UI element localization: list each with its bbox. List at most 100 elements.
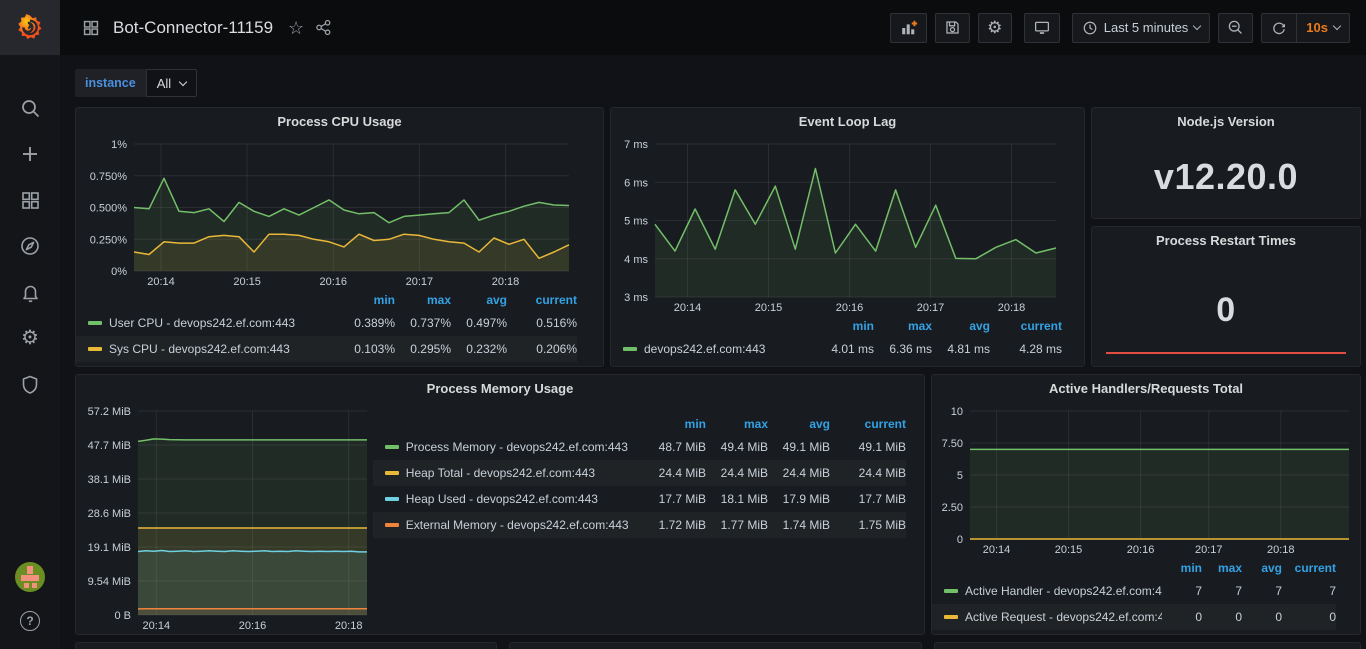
variable-value-dropdown[interactable]: All <box>146 69 197 97</box>
legend-header-max[interactable]: max <box>706 417 768 431</box>
legend-min-value: 0.389% <box>339 316 395 330</box>
share-icon[interactable] <box>315 19 332 36</box>
dashboard-toolbar: ⚙ Last 5 minutes 10s <box>890 13 1350 43</box>
panel-nodejs-version: Node.js Version v12.20.0 <box>1091 107 1361 219</box>
dashboards-icon[interactable] <box>8 182 52 218</box>
cpu-usage-chart[interactable]: 0%0.250%0.500%0.750%1%20:1420:1520:1620:… <box>76 135 603 290</box>
legend-series-name[interactable]: Active Handler - devops242.ef.com:443 <box>944 584 1162 598</box>
panel-title[interactable]: Process CPU Usage <box>76 108 603 135</box>
avatar-image <box>15 562 45 592</box>
legend-min-value: 24.4 MiB <box>644 466 706 480</box>
legend-header-current[interactable]: current <box>830 417 906 431</box>
add-panel-button[interactable] <box>890 13 927 43</box>
legend-series-name[interactable]: Active Request - devops242.ef.com:443 <box>944 610 1162 624</box>
dashboard-settings-button[interactable]: ⚙ <box>978 13 1012 43</box>
legend-header-min[interactable]: min <box>1162 561 1202 575</box>
zoom-out-button[interactable] <box>1218 13 1253 43</box>
legend-header-max[interactable]: max <box>395 293 451 307</box>
legend-current-value: 1.75 MiB <box>830 518 906 532</box>
legend-current-value: 0 <box>1282 610 1336 624</box>
legend-max-value: 1.77 MiB <box>706 518 768 532</box>
legend-header-current[interactable]: current <box>1282 561 1336 575</box>
y-axis-label: 57.2 MiB <box>88 406 131 418</box>
star-icon[interactable]: ☆ <box>288 19 304 37</box>
legend-series-name[interactable]: Heap Used - devops242.ef.com:443 <box>385 492 644 506</box>
y-axis-label: 3 ms <box>624 292 648 304</box>
panel-active-handlers-requests: Active Handlers/Requests Total 02.5057.5… <box>931 374 1361 635</box>
dashboard-title[interactable]: Bot-Connector-11159 <box>113 18 273 38</box>
legend-min-value: 0 <box>1162 610 1202 624</box>
search-icon[interactable] <box>8 90 52 126</box>
legend-series-name[interactable]: Heap Total - devops242.ef.com:443 <box>385 466 644 480</box>
configuration-icon[interactable]: ⚙ <box>8 320 52 356</box>
event-loop-lag-chart[interactable]: 3 ms4 ms5 ms6 ms7 ms20:1420:1520:1620:17… <box>611 135 1084 316</box>
legend-avg-value: 7 <box>1242 584 1282 598</box>
legend-header-avg[interactable]: avg <box>451 293 507 307</box>
time-range-button[interactable]: Last 5 minutes <box>1073 14 1210 42</box>
x-axis-label: 20:17 <box>406 276 434 288</box>
legend-avg-value: 0 <box>1242 610 1282 624</box>
y-axis-label: 10 <box>951 406 963 418</box>
grafana-logo[interactable] <box>0 0 60 55</box>
y-axis-label: 1% <box>111 139 127 151</box>
settings-icon: ⚙ <box>987 19 1002 36</box>
legend-header-max[interactable]: max <box>1202 561 1242 575</box>
legend-header-avg[interactable]: avg <box>932 319 990 333</box>
y-axis-label: 28.6 MiB <box>88 508 131 520</box>
legend-header-min[interactable]: min <box>644 417 706 431</box>
legend-header-min[interactable]: min <box>339 293 395 307</box>
alerting-icon[interactable] <box>8 274 52 310</box>
legend-series-name[interactable]: Sys CPU - devops242.ef.com:443 <box>88 342 339 356</box>
y-axis-label: 4 ms <box>624 254 648 266</box>
clock-icon <box>1082 20 1098 36</box>
active-handlers-chart[interactable]: 02.5057.501020:1420:1520:1620:1720:18 <box>932 402 1360 558</box>
refresh-button[interactable] <box>1262 14 1296 42</box>
server-admin-icon[interactable] <box>8 366 52 402</box>
panel-title[interactable]: Active Handlers/Requests Total <box>932 375 1360 402</box>
legend-min-value: 17.7 MiB <box>644 492 706 506</box>
apps-icon[interactable] <box>82 19 100 37</box>
legend-series-name[interactable]: devops242.ef.com:443 <box>623 342 816 356</box>
series-line <box>138 551 367 552</box>
add-panel-icon <box>899 19 918 37</box>
series-color-swatch <box>623 347 637 351</box>
legend-header-avg[interactable]: avg <box>1242 561 1282 575</box>
series-color-swatch <box>88 347 102 351</box>
legend-series-name[interactable]: User CPU - devops242.ef.com:443 <box>88 316 339 330</box>
stat-body: 0 <box>1092 254 1360 366</box>
legend-series-name[interactable]: Process Memory - devops242.ef.com:443 <box>385 440 644 454</box>
save-dashboard-button[interactable] <box>935 13 970 43</box>
y-axis-label: 0 B <box>114 610 131 622</box>
y-axis-label: 0.500% <box>90 203 128 215</box>
panel-title[interactable]: Event Loop Lag <box>611 108 1084 135</box>
legend-header-avg[interactable]: avg <box>768 417 830 431</box>
legend-series-name[interactable]: External Memory - devops242.ef.com:443 <box>385 518 644 532</box>
explore-icon[interactable] <box>8 228 52 264</box>
panel-title[interactable]: Node.js Version <box>1092 108 1360 135</box>
legend-header-row: minmaxavgcurrent <box>611 316 1062 336</box>
user-avatar[interactable] <box>8 559 52 595</box>
cycle-view-button[interactable] <box>1024 13 1060 43</box>
legend-max-value: 7 <box>1202 584 1242 598</box>
refresh-interval-button[interactable]: 10s <box>1296 14 1349 42</box>
create-icon[interactable] <box>8 136 52 172</box>
legend-avg-value: 49.1 MiB <box>768 440 830 454</box>
y-axis-label: 7 ms <box>624 139 648 151</box>
zoom-out-icon <box>1227 19 1244 36</box>
panel-title[interactable]: Process Memory Usage <box>76 375 924 402</box>
y-axis-label: 6 ms <box>624 177 648 189</box>
lag-legend: minmaxavgcurrentdevops242.ef.com:4434.01… <box>611 316 1084 366</box>
y-axis-label: 0 <box>957 534 963 546</box>
legend-header-min[interactable]: min <box>816 319 874 333</box>
caret-down-icon <box>1193 22 1201 30</box>
legend-header-current[interactable]: current <box>507 293 577 307</box>
legend-header-current[interactable]: current <box>990 319 1062 333</box>
legend-header-max[interactable]: max <box>874 319 932 333</box>
cpu-legend: minmaxavgcurrent User CPU - devops242.ef.… <box>76 290 603 366</box>
panel-title[interactable]: Process Restart Times <box>1092 227 1360 254</box>
memory-usage-chart[interactable]: 0 B9.54 MiB19.1 MiB28.6 MiB38.1 MiB47.7 … <box>76 402 373 634</box>
x-axis-label: 20:14 <box>674 302 702 314</box>
handlers-legend: minmaxavgcurrent Active Handler - devops2… <box>932 558 1360 634</box>
legend-current-value: 7 <box>1282 584 1336 598</box>
help-icon[interactable]: ? <box>8 603 52 639</box>
